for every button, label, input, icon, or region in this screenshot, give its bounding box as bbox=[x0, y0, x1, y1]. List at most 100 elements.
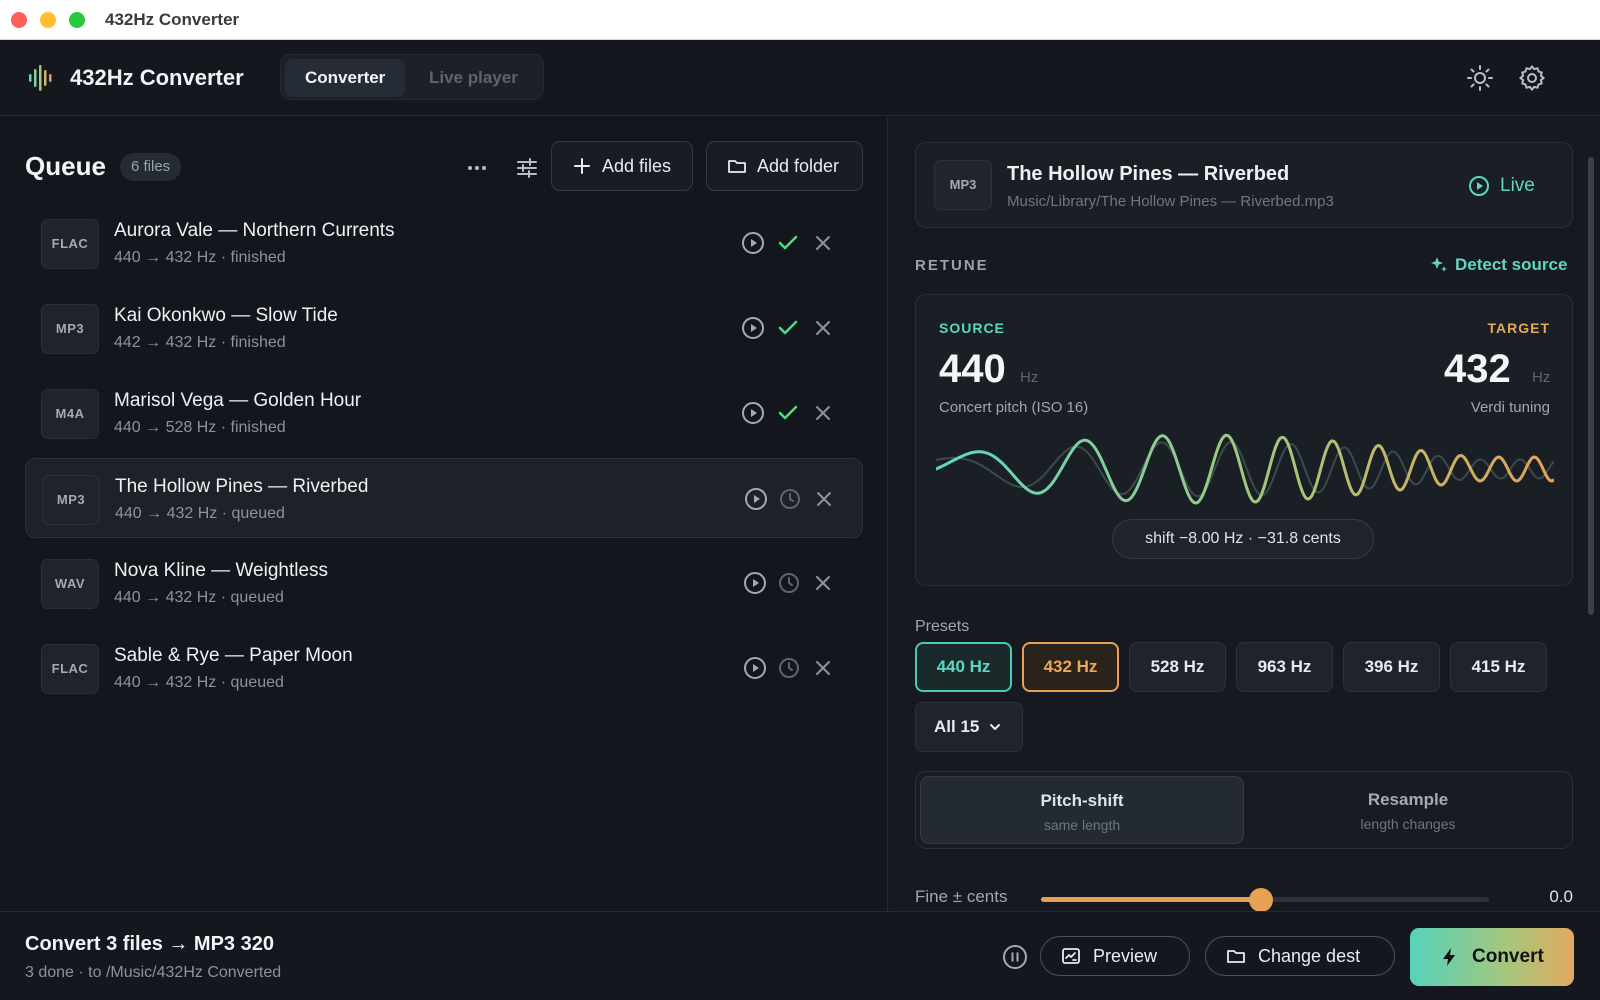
play-icon[interactable] bbox=[741, 401, 765, 425]
preset-440[interactable]: 440 Hz bbox=[915, 642, 1012, 692]
add-folder-button[interactable]: Add folder bbox=[706, 141, 863, 191]
track-status: 440 → 528 Hz · finished bbox=[114, 419, 286, 436]
add-files-label: Add files bbox=[602, 156, 672, 176]
play-icon[interactable] bbox=[743, 571, 767, 595]
detect-source-label: Detect source bbox=[1455, 255, 1568, 274]
play-icon[interactable] bbox=[744, 487, 768, 511]
track-title: Kai Okonkwo — Slow Tide bbox=[114, 305, 338, 326]
panel-scrollbar[interactable] bbox=[1588, 157, 1594, 615]
queue-row[interactable]: M4A Marisol Vega — Golden Hour 440 → 528… bbox=[25, 373, 863, 453]
play-circle-icon bbox=[1469, 176, 1489, 196]
convert-destination: 3 done · to /Music/432Hz Converted bbox=[25, 964, 282, 981]
clock-icon bbox=[779, 658, 799, 678]
remove-icon[interactable] bbox=[811, 401, 835, 425]
lightning-icon bbox=[1443, 948, 1455, 966]
sun-icon[interactable] bbox=[1466, 64, 1494, 92]
track-title: Nova Kline — Weightless bbox=[114, 560, 329, 581]
queue-list: FLAC Aurora Vale — Northern Currents 440… bbox=[25, 203, 863, 713]
tab-converter[interactable]: Converter bbox=[285, 59, 406, 97]
change-dest-label: Change dest bbox=[1258, 946, 1361, 966]
mode-title: Pitch-shift bbox=[1040, 791, 1124, 810]
slider-thumb[interactable] bbox=[1248, 888, 1273, 911]
check-icon bbox=[778, 405, 798, 420]
mode-pitch-shift[interactable]: Pitch-shift same length bbox=[920, 776, 1244, 844]
check-icon bbox=[778, 235, 798, 250]
preset-528[interactable]: 528 Hz bbox=[1129, 642, 1226, 692]
chevron-down-icon bbox=[990, 724, 1000, 730]
preset-963[interactable]: 963 Hz bbox=[1236, 642, 1333, 692]
mode-resample[interactable]: Resample length changes bbox=[1246, 776, 1570, 844]
preview-button[interactable]: Preview bbox=[1040, 936, 1190, 976]
source-frequency: 440 bbox=[939, 347, 1006, 391]
waveform-logo-icon bbox=[29, 65, 52, 91]
remove-icon[interactable] bbox=[811, 656, 835, 680]
target-description: Verdi tuning bbox=[1470, 399, 1550, 416]
fine-cents-label: Fine ± cents bbox=[915, 887, 1008, 906]
mode-subtitle: same length bbox=[1043, 817, 1121, 833]
mode-subtitle: length changes bbox=[1360, 816, 1456, 832]
source-label: SOURCE bbox=[939, 320, 1005, 336]
play-icon[interactable] bbox=[741, 316, 765, 340]
gear-icon[interactable] bbox=[1518, 64, 1546, 92]
target-frequency: 432 bbox=[1444, 347, 1511, 391]
fine-cents-slider[interactable] bbox=[1041, 888, 1489, 911]
format-badge: MP3 bbox=[41, 304, 99, 354]
format-badge: M4A bbox=[41, 389, 99, 439]
queue-row[interactable]: WAV Nova Kline — Weightless 440 → 432 Hz… bbox=[25, 543, 863, 623]
more-options-icon[interactable] bbox=[462, 153, 492, 183]
format-badge: FLAC bbox=[41, 644, 99, 694]
queue-row-selected[interactable]: MP3 The Hollow Pines — Riverbed 440 → 43… bbox=[25, 458, 863, 538]
queue-row[interactable]: FLAC Aurora Vale — Northern Currents 440… bbox=[25, 203, 863, 283]
minimize-window-button[interactable] bbox=[40, 12, 56, 28]
add-folder-label: Add folder bbox=[757, 156, 840, 176]
window-titlebar: 432Hz Converter bbox=[0, 0, 1600, 40]
preset-396[interactable]: 396 Hz bbox=[1343, 642, 1440, 692]
track-title: Aurora Vale — Northern Currents bbox=[114, 220, 395, 241]
sliders-icon[interactable] bbox=[512, 153, 542, 183]
all-presets-label: All 15 bbox=[934, 717, 980, 736]
pause-icon[interactable] bbox=[1002, 944, 1028, 970]
remove-icon[interactable] bbox=[812, 487, 836, 511]
format-badge: MP3 bbox=[934, 160, 992, 210]
play-icon[interactable] bbox=[743, 656, 767, 680]
source-description: Concert pitch (ISO 16) bbox=[939, 399, 1089, 416]
track-status: 440 → 432 Hz · queued bbox=[114, 674, 284, 691]
format-badge: MP3 bbox=[42, 475, 100, 525]
queue-row[interactable]: MP3 Kai Okonkwo — Slow Tide 442 → 432 Hz… bbox=[25, 288, 863, 368]
remove-icon[interactable] bbox=[811, 231, 835, 255]
convert-button[interactable]: Convert bbox=[1410, 928, 1574, 986]
folder-icon bbox=[728, 160, 746, 173]
format-badge: WAV bbox=[41, 559, 99, 609]
track-title: Marisol Vega — Golden Hour bbox=[114, 390, 362, 411]
clock-icon bbox=[780, 489, 800, 509]
source-unit: Hz bbox=[1020, 369, 1039, 386]
queue-row[interactable]: FLAC Sable & Rye — Paper Moon 440 → 432 … bbox=[25, 628, 863, 708]
remove-icon[interactable] bbox=[811, 316, 835, 340]
retune-panel: MP3 The Hollow Pines — Riverbed Music/Li… bbox=[889, 117, 1600, 911]
clock-icon bbox=[779, 573, 799, 593]
target-unit: Hz bbox=[1532, 369, 1551, 386]
zoom-window-button[interactable] bbox=[69, 12, 85, 28]
add-files-button[interactable]: Add files bbox=[551, 141, 693, 191]
selected-track-title: The Hollow Pines — Riverbed bbox=[1007, 163, 1290, 185]
play-icon[interactable] bbox=[741, 231, 765, 255]
app-window: 432Hz Converter Converter Live player Qu… bbox=[0, 40, 1600, 1000]
folder-icon bbox=[1227, 950, 1245, 963]
window-title: 432Hz Converter bbox=[105, 10, 240, 29]
change-dest-button[interactable]: Change dest bbox=[1205, 936, 1395, 976]
tab-live-player[interactable]: Live player bbox=[409, 59, 538, 97]
track-status: 440 → 432 Hz · finished bbox=[114, 249, 286, 266]
queue-panel: Queue 6 files Add files Add folder FLAC bbox=[0, 117, 888, 911]
track-status: 440 → 432 Hz · queued bbox=[114, 589, 284, 606]
format-badge: FLAC bbox=[41, 219, 99, 269]
check-icon bbox=[778, 320, 798, 335]
preset-432[interactable]: 432 Hz bbox=[1022, 642, 1119, 692]
preset-415[interactable]: 415 Hz bbox=[1450, 642, 1547, 692]
queue-title: Queue bbox=[25, 151, 106, 181]
close-window-button[interactable] bbox=[11, 12, 27, 28]
remove-icon[interactable] bbox=[811, 571, 835, 595]
all-presets-dropdown[interactable]: All 15 bbox=[915, 702, 1023, 752]
live-label: Live bbox=[1500, 175, 1535, 196]
selected-track-path: Music/Library/The Hollow Pines — Riverbe… bbox=[1007, 193, 1334, 210]
now-selected-card: MP3 The Hollow Pines — Riverbed Music/Li… bbox=[915, 142, 1573, 228]
